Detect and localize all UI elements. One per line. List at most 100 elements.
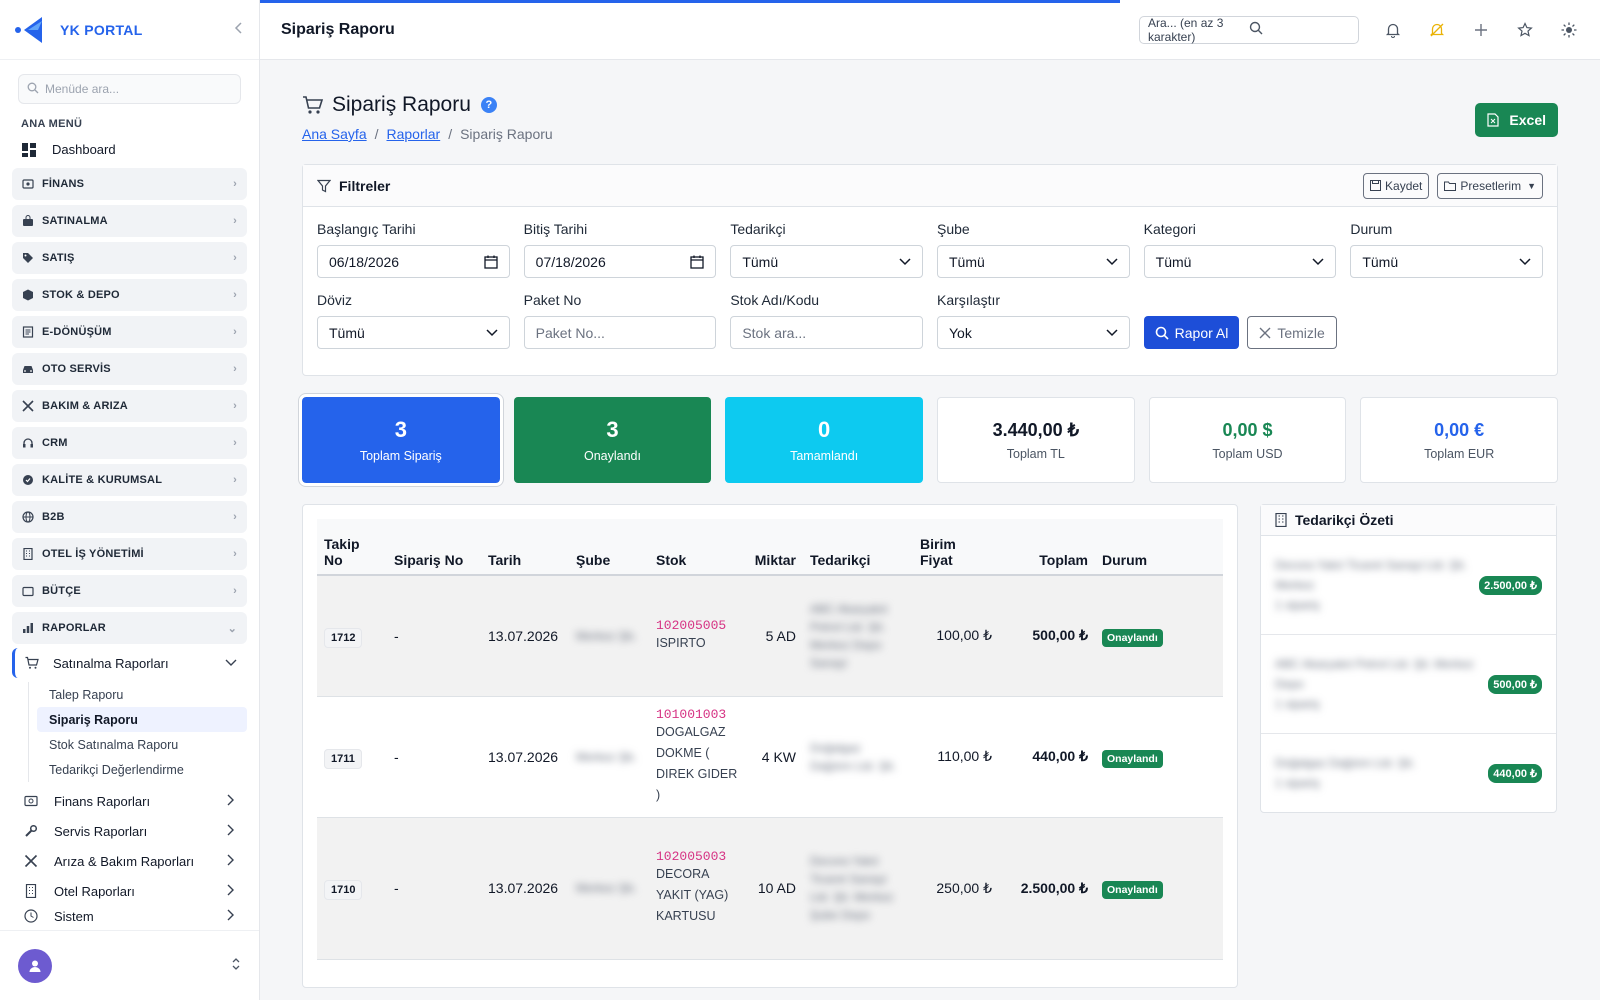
star-icon[interactable] (1515, 20, 1535, 40)
excel-export-button[interactable]: Excel (1475, 103, 1558, 137)
cell-status: Onaylandı (1095, 817, 1223, 960)
sidebar-group-crm[interactable]: CRM › (12, 427, 247, 459)
sidebar-item-finans-raporlari[interactable]: Finans Raporları (0, 786, 259, 816)
sidebar-leaf-stok-satinalma-raporu[interactable]: Stok Satınalma Raporu (29, 732, 247, 757)
help-icon[interactable]: ? (480, 97, 497, 113)
sidebar-group-raporlar[interactable]: RAPORLAR ⌄ (12, 612, 247, 644)
sidebar-group-kalite[interactable]: KALİTE & KURUMSAL › (12, 464, 247, 496)
col-takip-no[interactable]: Takip No (317, 519, 387, 576)
breadcrumb-raporlar-link[interactable]: Raporlar (387, 126, 441, 142)
stock-code[interactable]: 101001003 (656, 707, 738, 722)
menu-title: ANA MENÜ (21, 118, 83, 130)
chevron-updown-icon[interactable] (231, 957, 241, 974)
clock-icon (24, 909, 38, 923)
tag-icon (22, 252, 34, 264)
supplier-summary-sub: 1 sipariş (1275, 776, 1320, 790)
table-row[interactable]: 1711 - 13.07.2026 Merkez Şb. 101001003 DO… (317, 696, 1223, 818)
sidebar-group-satinalma[interactable]: SATINALMA › (12, 205, 247, 237)
stat-approved[interactable]: 3 Onaylandı (513, 397, 712, 483)
compare-select[interactable]: Yok (937, 316, 1130, 349)
search-icon (1249, 21, 1350, 38)
sidebar-group-butce[interactable]: BÜTÇE › (12, 575, 247, 607)
supplier-select[interactable]: Tümü (730, 245, 923, 278)
sidebar-group-label: BÜTÇE (42, 585, 81, 597)
category-select[interactable]: Tümü (1143, 245, 1337, 278)
bell-off-icon[interactable] (1427, 20, 1447, 40)
save-filter-button[interactable]: Kaydet (1363, 172, 1430, 199)
sidebar-item-ariza-bakim-raporlari[interactable]: Arıza & Bakım Raporları (0, 846, 259, 876)
sidebar-group-otel[interactable]: OTEL İŞ YÖNETİMİ › (12, 538, 247, 570)
global-search-input[interactable]: Ara... (en az 3 karakter) (1139, 15, 1359, 44)
sidebar-group-finans[interactable]: FİNANS › (12, 168, 247, 200)
sun-icon[interactable] (1559, 20, 1579, 40)
sidebar-group-label: OTEL İŞ YÖNETİMİ (42, 548, 144, 560)
sidebar-group-label: CRM (42, 437, 68, 449)
sidebar-item-otel-raporlari[interactable]: Otel Raporları (0, 876, 259, 906)
stat-total-orders[interactable]: 3 Toplam Sipariş (299, 394, 503, 486)
stat-completed[interactable]: 0 Tamamlandı (725, 397, 923, 483)
stat-label: Toplam USD (1212, 446, 1283, 461)
col-toplam[interactable]: Toplam (999, 519, 1095, 576)
supplier-summary-text: Doğalgaz Dağıtım Ltd. Şti. 1 sipariş (1275, 753, 1480, 793)
bell-icon[interactable] (1383, 20, 1403, 40)
sidebar-group-label: FİNANS (42, 178, 85, 190)
package-input[interactable]: Paket No... (523, 316, 717, 349)
sidebar-group-satis[interactable]: SATIŞ › (12, 242, 247, 274)
menu-search-input[interactable]: Menüde ara... (18, 74, 241, 104)
stock-name: DOGALGAZ DOKME ( DIREK GIDER ) (656, 725, 738, 802)
supplier-summary-item[interactable]: ABC Akaryakıt Petrol Ltd. Şti. Merkez De… (1261, 635, 1556, 734)
sidebar-item-servis-raporlari[interactable]: Servis Raporları (0, 816, 259, 846)
clear-filters-button[interactable]: Temizle (1247, 316, 1337, 349)
presets-dropdown-button[interactable]: Presetlerim ▼ (1437, 172, 1543, 199)
sidebar-group-otoservis[interactable]: OTO SERVİS › (12, 353, 247, 385)
save-filter-label: Kaydet (1385, 178, 1423, 193)
sidebar-item-dashboard[interactable]: Dashboard (0, 136, 259, 163)
col-durum[interactable]: Durum (1095, 519, 1223, 576)
col-birim-fiyat[interactable]: Birim Fiyat (913, 519, 999, 576)
run-report-button[interactable]: Rapor Al (1143, 316, 1240, 349)
table-row[interactable]: 1710 - 13.07.2026 Merkez Şb. 102005003 DE… (317, 817, 1223, 960)
sidebar-leaf-tedarikci-degerlendirme[interactable]: Tedarikçi Değerlendirme (29, 757, 247, 782)
plus-icon[interactable] (1471, 20, 1491, 40)
currency-select[interactable]: Tümü (317, 316, 510, 349)
supplier-summary-item[interactable]: Doğalgaz Dağıtım Ltd. Şti. 1 sipariş 440,0… (1261, 734, 1556, 812)
car-icon (22, 363, 34, 375)
col-siparis-no[interactable]: Sipariş No (387, 519, 481, 576)
stock-code[interactable]: 102005003 (656, 849, 738, 864)
sidebar-group-edonusum[interactable]: E-DÖNÜŞÜM › (12, 316, 247, 348)
cart-icon (25, 656, 39, 670)
category-value: Tümü (1155, 253, 1192, 270)
stock-code[interactable]: 102005005 (656, 618, 738, 633)
col-sube[interactable]: Şube (569, 519, 649, 576)
col-tedarikci[interactable]: Tedarikçi (803, 519, 913, 576)
bag-icon (22, 215, 34, 227)
stat-value: 3.440,00 ₺ (992, 419, 1080, 440)
sidebar-item-sistem[interactable]: Sistem (0, 906, 259, 926)
col-stok[interactable]: Stok (649, 519, 745, 576)
branch-select[interactable]: Tümü (937, 245, 1130, 278)
status-select[interactable]: Tümü (1350, 245, 1543, 278)
stock-search-input[interactable]: Stok ara... (730, 316, 923, 349)
compare-label: Karşılaştır (937, 292, 1001, 308)
sidebar-sub-satinalma-raporlari[interactable]: Satınalma Raporları (12, 648, 247, 678)
start-date-input[interactable]: 06/18/2026 (317, 245, 510, 278)
cell-date: 13.07.2026 (481, 696, 569, 818)
sidebar-leaf-talep-raporu[interactable]: Talep Raporu (29, 682, 247, 707)
sidebar-group-b2b[interactable]: B2B › (12, 501, 247, 533)
supplier-summary-item[interactable]: Decora Yakıt Ticaret Sanayi Ltd. Şti. Me… (1261, 536, 1556, 635)
breadcrumb-home-link[interactable]: Ana Sayfa (302, 126, 367, 142)
sidebar-group-bakim[interactable]: BAKIM & ARIZA › (12, 390, 247, 422)
calendar-icon[interactable] (484, 255, 498, 269)
col-miktar[interactable]: Miktar (745, 519, 803, 576)
cell-total: 2.500,00 ₺ (999, 817, 1095, 960)
collapse-sidebar-icon[interactable] (233, 21, 245, 39)
calendar-icon[interactable] (690, 255, 704, 269)
sidebar-leaf-siparis-raporu[interactable]: Sipariş Raporu (37, 707, 247, 732)
end-date-input[interactable]: 07/18/2026 (523, 245, 717, 278)
sidebar-item-label: Otel Raporları (54, 883, 135, 899)
avatar[interactable] (18, 948, 52, 983)
sidebar-group-label: SATINALMA (42, 215, 108, 227)
sidebar-group-stok[interactable]: STOK & DEPO › (12, 279, 247, 311)
table-row[interactable]: 1712 - 13.07.2026 Merkez Şb. 102005005 IS… (317, 575, 1223, 697)
col-tarih[interactable]: Tarih (481, 519, 569, 576)
